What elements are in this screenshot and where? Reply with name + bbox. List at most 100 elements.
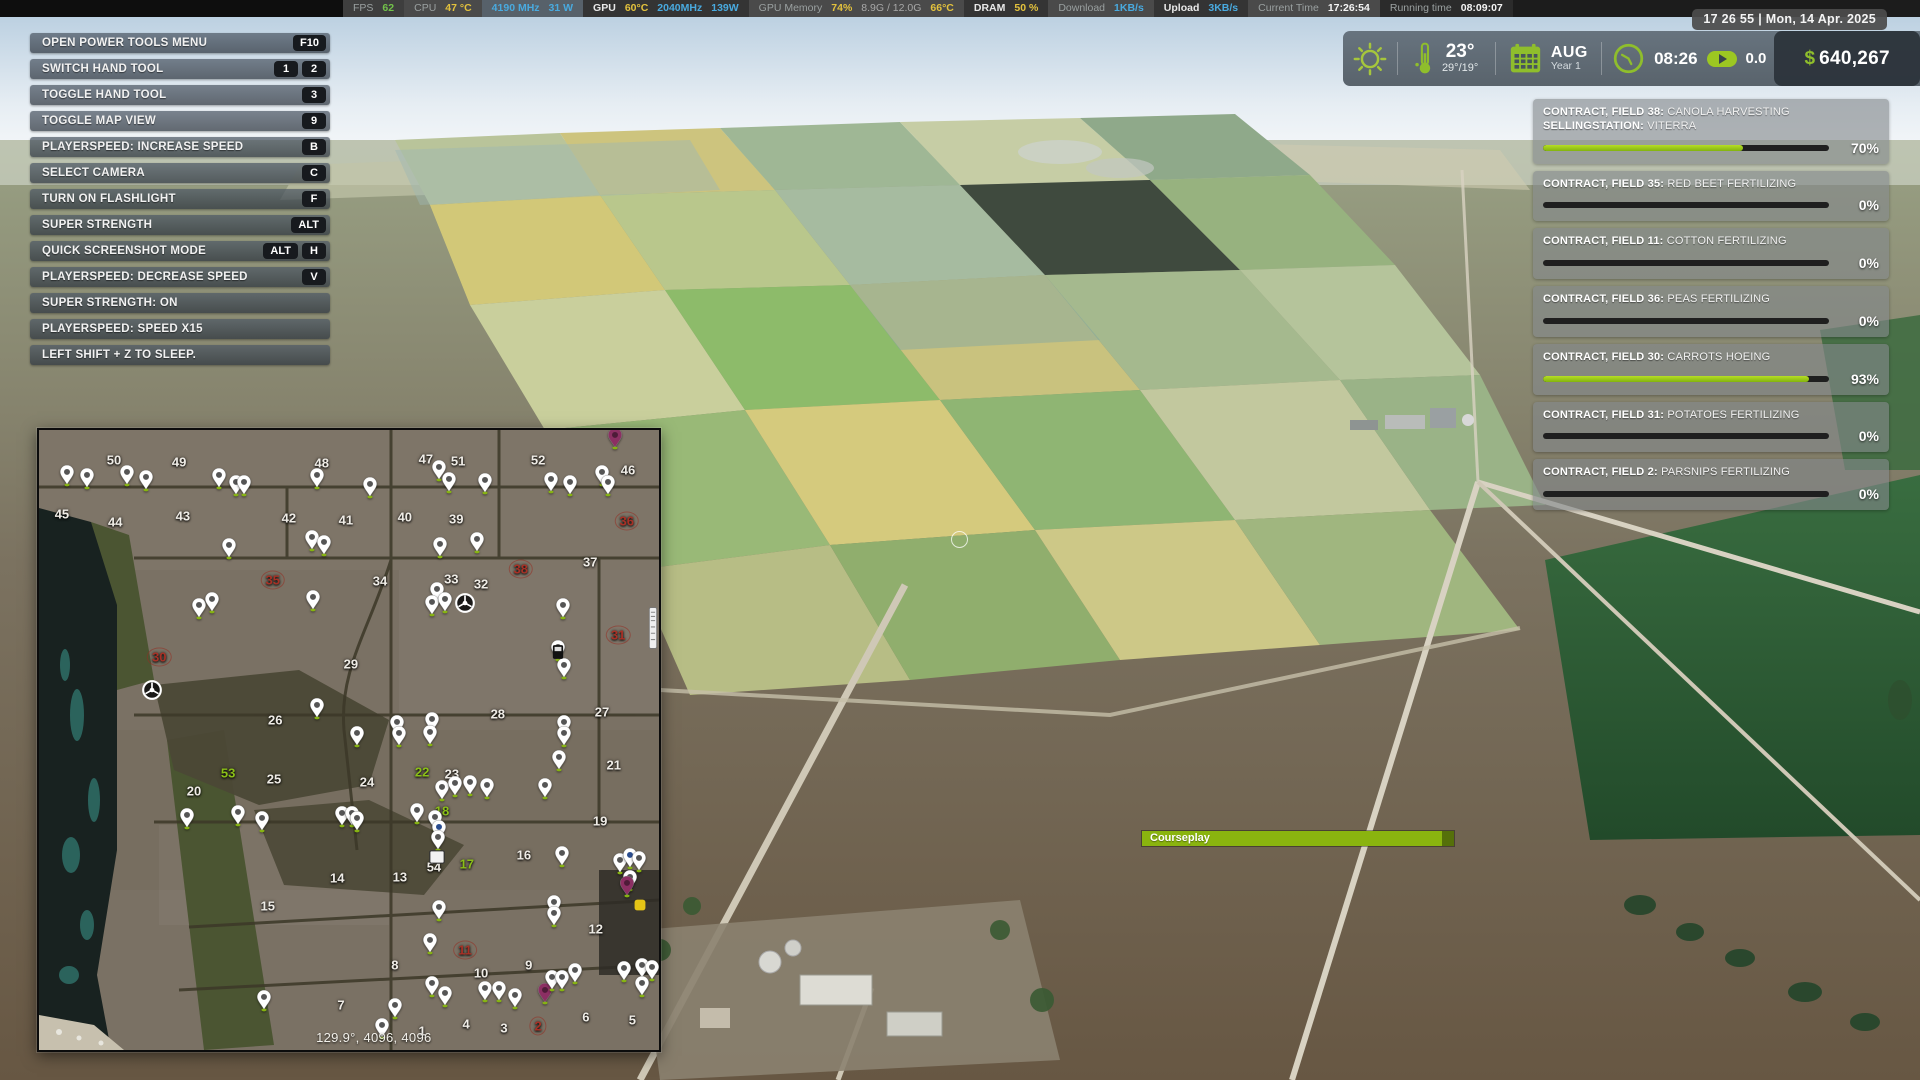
weather-widget bbox=[1343, 31, 1397, 86]
map-pin bbox=[556, 658, 572, 680]
key-badge: ALT bbox=[291, 217, 326, 233]
system-stat: DRAM 50 % bbox=[964, 0, 1048, 17]
contract-progress-row: 93% bbox=[1543, 371, 1879, 387]
money-amount: 640,267 bbox=[1819, 48, 1890, 70]
system-stat: Upload3KB/s bbox=[1154, 0, 1248, 17]
key-badge: 2 bbox=[302, 61, 326, 77]
map-pin bbox=[554, 845, 570, 867]
map-pin bbox=[619, 876, 635, 898]
shortcut-label: SUPER STRENGTH bbox=[42, 219, 152, 231]
system-stat: GPU Memory74%8.9G / 12.0G66°C bbox=[749, 0, 964, 17]
progress-track bbox=[1543, 145, 1829, 151]
stat-value: 2040MHz bbox=[657, 0, 702, 17]
map-pin bbox=[431, 899, 447, 921]
map-pin bbox=[422, 724, 438, 746]
map-marker-vehicle bbox=[552, 643, 564, 660]
map-marker-wheel bbox=[141, 679, 162, 700]
map-pin bbox=[537, 778, 553, 800]
key-badge: 1 bbox=[274, 61, 298, 77]
shortcut-item: QUICK SCREENSHOT MODEALTH bbox=[30, 241, 330, 261]
shortcut-label: SELECT CAMERA bbox=[42, 167, 145, 179]
money-display: $640,267 bbox=[1774, 31, 1920, 86]
year-label: Year 1 bbox=[1551, 61, 1581, 72]
map-marker-sign bbox=[648, 607, 657, 649]
key-badge: F10 bbox=[293, 35, 326, 51]
shortcut-item: SWITCH HAND TOOL12 bbox=[30, 59, 330, 79]
key-badge: 3 bbox=[302, 87, 326, 103]
stat-label: CPU bbox=[414, 0, 436, 17]
minimap[interactable]: 5049484751524645444342414039363534333238… bbox=[37, 428, 661, 1052]
contract-progress-row: 0% bbox=[1543, 313, 1879, 329]
shortcut-keys: 3 bbox=[298, 87, 326, 103]
calendar-icon bbox=[1509, 43, 1542, 74]
shortcut-item: PLAYERSPEED: DECREASE SPEEDV bbox=[30, 267, 330, 287]
map-pin bbox=[441, 472, 457, 494]
system-stat: Current Time 17:26:54 bbox=[1248, 0, 1380, 17]
contract-card: CONTRACT, FIELD 2: PARSNIPS FERTILIZING0… bbox=[1533, 459, 1889, 510]
progress-fill bbox=[1543, 145, 1743, 151]
stat-value: 50 % bbox=[1014, 0, 1038, 17]
stat-label: Running time bbox=[1390, 0, 1452, 17]
shortcut-item: TURN ON FLASHLIGHTF bbox=[30, 189, 330, 209]
progress-track bbox=[1543, 491, 1829, 497]
stat-value: 1KB/s bbox=[1114, 0, 1144, 17]
contract-title: CONTRACT, FIELD 36: PEAS FERTILIZING bbox=[1543, 293, 1879, 307]
contract-progress-row: 0% bbox=[1543, 486, 1879, 502]
system-stat: Running time08:09:07 bbox=[1380, 0, 1513, 17]
sun-icon bbox=[1351, 40, 1389, 78]
map-pin bbox=[230, 804, 246, 826]
map-pin bbox=[437, 592, 453, 614]
shortcut-keys: C bbox=[298, 165, 326, 181]
contract-progress-row: 0% bbox=[1543, 428, 1879, 444]
key-badge: 9 bbox=[302, 113, 326, 129]
crosshair-reticle bbox=[951, 531, 968, 548]
system-bar-spacer bbox=[0, 0, 343, 17]
contract-progress-row: 0% bbox=[1543, 255, 1879, 271]
map-pin bbox=[204, 592, 220, 614]
system-stat: FPS62 bbox=[343, 0, 404, 17]
progress-percent: 93% bbox=[1837, 371, 1879, 387]
map-pin bbox=[430, 830, 446, 852]
map-pin bbox=[138, 470, 154, 492]
stat-value: 47 °C bbox=[445, 0, 471, 17]
stat-label: Upload bbox=[1164, 0, 1200, 17]
contract-card: CONTRACT, FIELD 36: PEAS FERTILIZING 0% bbox=[1533, 286, 1889, 337]
key-badge: H bbox=[302, 243, 326, 259]
contract-card: CONTRACT, FIELD 38: CANOLA HARVESTINGSEL… bbox=[1533, 99, 1889, 164]
stat-value: 4190 MHz bbox=[492, 0, 540, 17]
progress-track bbox=[1543, 260, 1829, 266]
contract-title: CONTRACT, FIELD 31: POTATOES FERTILIZING bbox=[1543, 409, 1879, 423]
contract-title: CONTRACT, FIELD 30: CARROTS HOEING bbox=[1543, 351, 1879, 365]
temperature-range: 29°/19° bbox=[1442, 63, 1478, 75]
map-pin bbox=[119, 465, 135, 487]
contract-title: CONTRACT, FIELD 38: CANOLA HARVESTING bbox=[1543, 106, 1879, 120]
stat-value: 74% bbox=[831, 0, 852, 17]
stat-value: 60°C bbox=[625, 0, 648, 17]
shortcut-item: SUPER STRENGTH ALT bbox=[30, 215, 330, 235]
calendar-widget: AUG Year 1 bbox=[1495, 31, 1601, 86]
shortcut-keys: F10 bbox=[289, 35, 326, 51]
map-pin bbox=[491, 981, 507, 1003]
contracts-panel: CONTRACT, FIELD 38: CANOLA HARVESTINGSEL… bbox=[1533, 99, 1889, 517]
map-pin bbox=[316, 535, 332, 557]
stat-label: Download bbox=[1058, 0, 1105, 17]
progress-track bbox=[1543, 433, 1829, 439]
stat-label: DRAM bbox=[974, 0, 1006, 17]
key-badge: V bbox=[302, 269, 326, 285]
shortcut-label: PLAYERSPEED: SPEED X15 bbox=[42, 323, 203, 335]
system-bar: FPS62CPU47 °C4190 MHz31 WGPU60°C2040MHz1… bbox=[0, 0, 1920, 17]
progress-percent: 0% bbox=[1837, 313, 1879, 329]
shortcut-label: TOGGLE HAND TOOL bbox=[42, 89, 167, 101]
shortcuts-menu: OPEN POWER TOOLS MENUF10SWITCH HAND TOOL… bbox=[30, 33, 330, 371]
stat-label: GPU Memory bbox=[759, 0, 823, 17]
system-stat: CPU 47 °C bbox=[404, 0, 482, 17]
temperature-widget: 23° 29°/19° bbox=[1398, 31, 1495, 86]
system-stat: Download 1KB/s bbox=[1048, 0, 1153, 17]
map-pin bbox=[211, 468, 227, 490]
shortcut-keys: ALT bbox=[287, 217, 326, 233]
map-pin bbox=[567, 963, 583, 985]
stat-label: Current Time bbox=[1258, 0, 1319, 17]
progress-percent: 0% bbox=[1837, 428, 1879, 444]
stat-value: 17:26:54 bbox=[1328, 0, 1370, 17]
system-bar-segments: FPS62CPU47 °C4190 MHz31 WGPU60°C2040MHz1… bbox=[343, 0, 1513, 17]
